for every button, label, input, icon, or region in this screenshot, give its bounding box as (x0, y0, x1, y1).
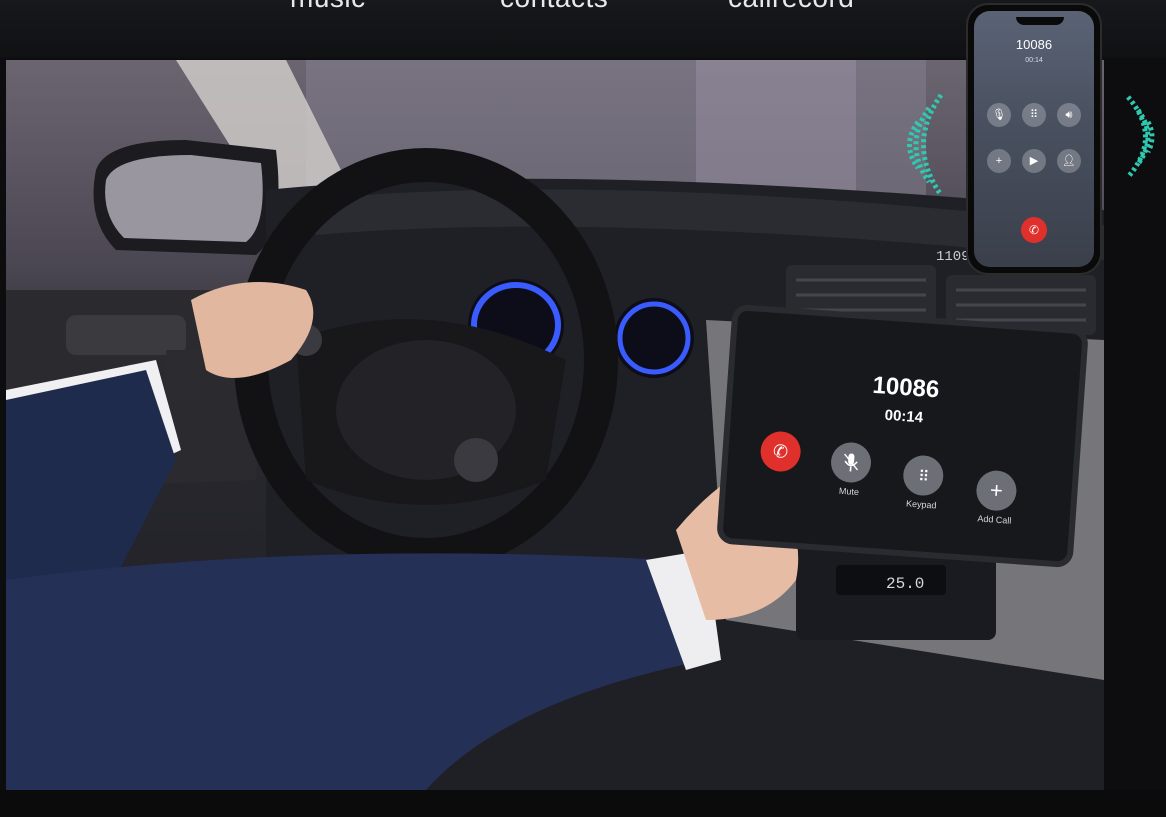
plus-icon: + (989, 477, 1004, 504)
footer-band (0, 790, 1166, 817)
smartphone: 10086 00:14 🎙︎ ⠿ 🔊︎ + ▶ 👤︎ ✆ (968, 5, 1100, 273)
sound-waves-left-icon (907, 93, 944, 197)
phone-notch (1016, 17, 1064, 25)
keypad-icon: ⠿ (1029, 109, 1039, 121)
contact-icon: 👤︎ (1062, 155, 1076, 167)
header-label-callrecord: callrecord (728, 0, 854, 14)
head-unit-end-call-button[interactable]: ✆ (759, 430, 802, 473)
phone-contacts-button[interactable]: 👤︎ (1057, 149, 1081, 173)
head-unit-mute-label: Mute (838, 485, 860, 498)
header-label-contacts: contacts (500, 0, 608, 14)
keypad-icon: ⠿ (917, 468, 929, 486)
head-unit-call-screen: 10086 00:14 ✆ Mute ⠿ Keypad + Add Call (722, 310, 1083, 562)
climate-readout: 25.0 (886, 575, 924, 593)
phone-mute-button[interactable]: 🎙︎ (987, 103, 1011, 127)
sound-waves-right-icon (1126, 95, 1155, 179)
phone-call-timer: 00:14 (1025, 57, 1043, 64)
head-unit-mute-button[interactable] (829, 441, 873, 484)
head-unit-keypad-label: Keypad (905, 498, 937, 511)
microphone-icon: 🎙︎ (992, 109, 1006, 121)
speaker-icon: 🔊︎ (1065, 109, 1073, 121)
header-label-music: music (290, 0, 366, 14)
plus-icon: + (995, 155, 1003, 167)
phone-call-screen: 10086 00:14 🎙︎ ⠿ 🔊︎ + ▶ 👤︎ ✆ (974, 11, 1094, 267)
hang-up-icon: ✆ (772, 441, 789, 463)
head-unit-add-call-button[interactable]: + (975, 469, 1018, 513)
phone-call-number: 10086 (1015, 37, 1053, 52)
phone-keypad-button[interactable]: ⠿ (1022, 103, 1046, 127)
phone-add-call-button[interactable]: + (987, 149, 1011, 173)
head-unit-keypad-button[interactable]: ⠿ (901, 454, 945, 497)
phone-facetime-button[interactable]: ▶ (1022, 149, 1046, 173)
hang-up-icon: ✆ (1028, 223, 1040, 237)
microphone-icon (844, 453, 859, 472)
phone-end-call-button[interactable]: ✆ (1021, 217, 1047, 243)
dashboard-clock-readout: 1109 (936, 249, 970, 265)
phone-speaker-button[interactable]: 🔊︎ (1057, 103, 1081, 127)
video-icon: ▶ (1029, 155, 1039, 167)
head-unit-add-call-label: Add Call (977, 513, 1012, 526)
